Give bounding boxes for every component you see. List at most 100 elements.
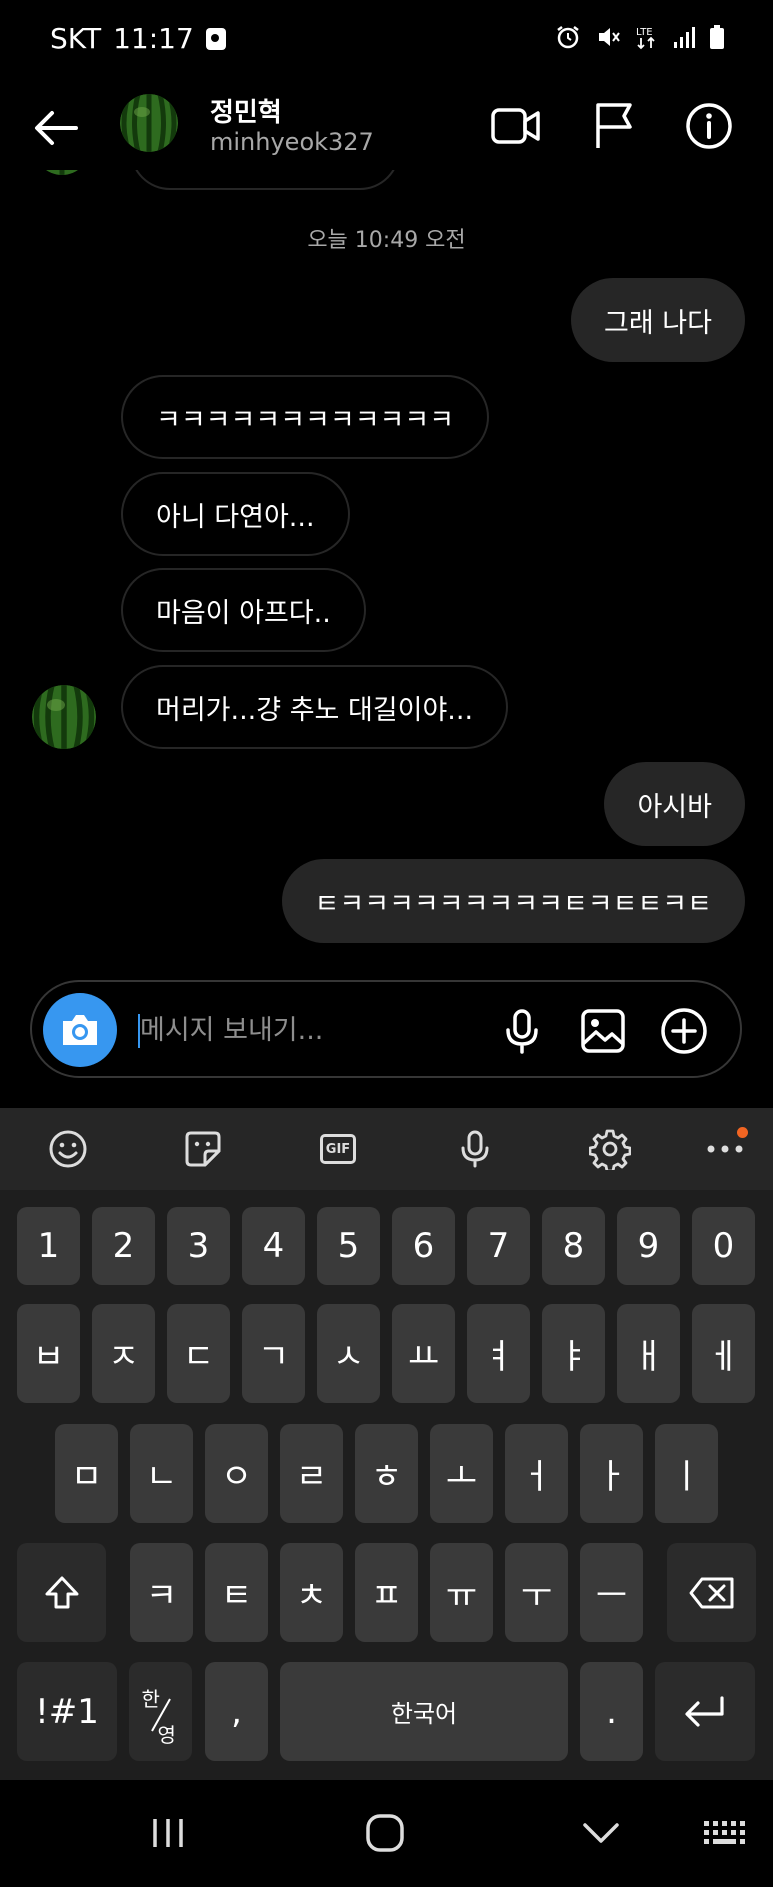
message-bubble-incoming[interactable]: 아니 다연아... [121, 472, 350, 556]
contact-name[interactable]: 정민혁 [210, 92, 282, 129]
camera-button[interactable] [43, 993, 117, 1067]
microphone-icon[interactable] [497, 1006, 547, 1056]
previous-avatar [34, 170, 90, 175]
enter-icon [685, 1695, 724, 1727]
mute-icon [599, 28, 620, 46]
keyboard: GIF 1 2 3 4 5 6 7 8 9 0 ㅂ ㅈ ㄷ ㄱ ㅅ ㅛ ㅕ ㅑ … [0, 1108, 773, 1780]
keyboard-toolbar: GIF [0, 1108, 773, 1190]
add-icon[interactable] [659, 1006, 709, 1056]
key-kieuk[interactable]: ㅋ [130, 1543, 193, 1642]
lte-icon: LTE [636, 27, 655, 50]
home-button[interactable] [355, 1808, 415, 1858]
message-timestamp: 오늘 10:49 오전 [307, 228, 466, 253]
key-bieup[interactable]: ㅂ [17, 1304, 80, 1403]
gif-icon[interactable]: GIF [313, 1124, 363, 1174]
chevron-down-icon [583, 1823, 619, 1843]
voice-input-icon[interactable] [450, 1124, 500, 1174]
video-call-icon[interactable] [490, 100, 542, 152]
gif-label: GIF [320, 1134, 356, 1164]
key-hieut[interactable]: ㅎ [355, 1424, 418, 1523]
message-bubble-outgoing[interactable]: ㅌㅋㅋㅋㅋㅋㅋㅋㅋㅋㅌㅋㅌㅌㅋㅌ [281, 859, 745, 943]
key-4[interactable]: 4 [242, 1207, 305, 1285]
enter-key[interactable] [655, 1662, 755, 1761]
flag-icon[interactable] [588, 100, 640, 152]
key-9[interactable]: 9 [617, 1207, 680, 1285]
key-ya[interactable]: ㅑ [542, 1304, 605, 1403]
key-3[interactable]: 3 [167, 1207, 230, 1285]
message-thread[interactable]: 오늘 10:49 오전 그래 나다 ㅋㅋㅋㅋㅋㅋㅋㅋㅋㅋㅋㅋ 아니 다연아...… [0, 170, 773, 960]
key-nieun[interactable]: ㄴ [130, 1424, 193, 1523]
camera-icon [63, 1015, 97, 1045]
home-icon [366, 1814, 404, 1852]
avatar[interactable] [120, 94, 178, 152]
message-bubble-incoming[interactable]: 마음이 아프다.. [121, 568, 366, 652]
key-u[interactable]: ㅜ [505, 1543, 568, 1642]
key-tieut[interactable]: ㅌ [205, 1543, 268, 1642]
key-eu[interactable]: ㅡ [580, 1543, 643, 1642]
message-bubble-outgoing[interactable]: 아시바 [604, 762, 745, 846]
emoji-icon[interactable] [43, 1124, 93, 1174]
recent-apps-button[interactable] [138, 1808, 198, 1858]
sticker-icon[interactable] [178, 1124, 228, 1174]
carrier-label: SKT [50, 22, 102, 55]
screen-record-icon [205, 27, 226, 50]
key-5[interactable]: 5 [317, 1207, 380, 1285]
message-bubble-incoming[interactable]: ㅋㅋㅋㅋㅋㅋㅋㅋㅋㅋㅋㅋ [121, 375, 490, 459]
key-eo[interactable]: ㅓ [505, 1424, 568, 1523]
key-8[interactable]: 8 [542, 1207, 605, 1285]
backspace-key[interactable] [667, 1543, 756, 1642]
key-rieul[interactable]: ㄹ [280, 1424, 343, 1523]
keyboard-switch-button[interactable] [694, 1808, 754, 1858]
key-a[interactable]: ㅏ [580, 1424, 643, 1523]
key-siot[interactable]: ㅅ [317, 1304, 380, 1403]
keyboard-icon [704, 1821, 745, 1844]
clock: 11:17 [113, 22, 194, 55]
system-navigation-bar [0, 1780, 773, 1887]
key-mieum[interactable]: ㅁ [55, 1424, 118, 1523]
key-pieup[interactable]: ㅍ [355, 1543, 418, 1642]
key-7[interactable]: 7 [467, 1207, 530, 1285]
key-ieung[interactable]: ㅇ [205, 1424, 268, 1523]
key-e[interactable]: ㅔ [692, 1304, 755, 1403]
key-giyeok[interactable]: ㄱ [242, 1304, 305, 1403]
previous-message-bubble [130, 170, 400, 190]
signal-icon [674, 27, 695, 48]
key-jieut[interactable]: ㅈ [92, 1304, 155, 1403]
comma-key[interactable]: , [205, 1662, 268, 1761]
key-2[interactable]: 2 [92, 1207, 155, 1285]
back-arrow-icon[interactable] [30, 102, 82, 154]
key-1[interactable]: 1 [17, 1207, 80, 1285]
sender-avatar[interactable] [32, 685, 96, 749]
settings-icon[interactable] [585, 1124, 635, 1174]
status-left: SKT 11:17 [50, 22, 226, 55]
status-bar: SKT 11:17 LTE [0, 0, 773, 80]
recent-apps-icon [153, 1819, 183, 1847]
status-icons: LTE [555, 24, 725, 50]
backspace-icon [689, 1577, 733, 1608]
message-bubble-outgoing[interactable]: 그래 나다 [571, 278, 745, 362]
key-chieut[interactable]: ㅊ [280, 1543, 343, 1642]
key-o[interactable]: ㅗ [430, 1424, 493, 1523]
info-icon[interactable] [683, 100, 735, 152]
notification-dot [737, 1127, 748, 1138]
key-digeut[interactable]: ㄷ [167, 1304, 230, 1403]
message-input[interactable] [140, 1006, 490, 1054]
key-yeo[interactable]: ㅕ [467, 1304, 530, 1403]
language-switch-key[interactable]: 한 영 [129, 1662, 192, 1761]
symbols-key[interactable]: !#1 [17, 1662, 117, 1761]
alarm-icon [557, 26, 579, 49]
message-bubble-incoming[interactable]: 머리가...걍 추노 대길이야... [121, 665, 509, 749]
key-6[interactable]: 6 [392, 1207, 455, 1285]
key-i[interactable]: ㅣ [655, 1424, 718, 1523]
shift-key[interactable] [17, 1543, 106, 1642]
space-key[interactable]: 한국어 [280, 1662, 568, 1761]
period-key[interactable]: . [580, 1662, 643, 1761]
hide-keyboard-button[interactable] [571, 1808, 631, 1858]
contact-username[interactable]: minhyeok327 [210, 128, 374, 156]
key-yo[interactable]: ㅛ [392, 1304, 455, 1403]
key-ae[interactable]: ㅐ [617, 1304, 680, 1403]
language-switch-icon: 한 영 [136, 1677, 186, 1747]
key-yu[interactable]: ㅠ [430, 1543, 493, 1642]
key-0[interactable]: 0 [692, 1207, 755, 1285]
gallery-icon[interactable] [578, 1006, 628, 1056]
